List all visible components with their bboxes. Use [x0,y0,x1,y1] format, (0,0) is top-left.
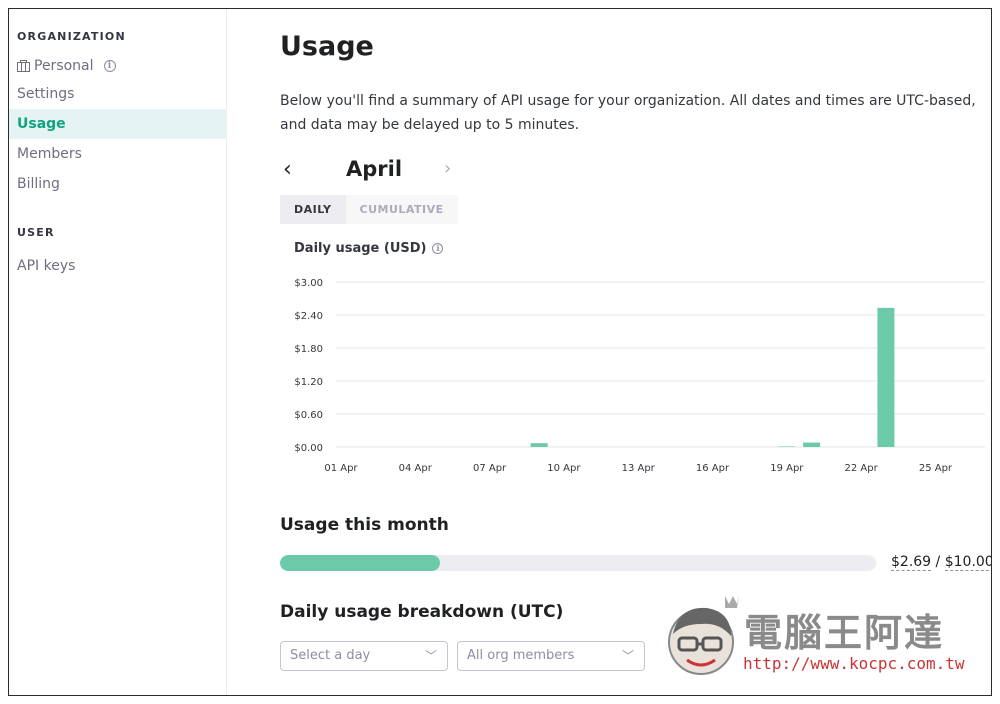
chevron-right-icon[interactable]: › [444,158,451,179]
info-icon[interactable]: i [432,243,444,254]
x-tick-label: 13 Apr [622,463,656,474]
chevron-left-icon[interactable]: ‹ [283,157,292,182]
tab-daily[interactable]: DAILY [280,195,346,224]
usage-this-month-title: Usage this month [280,515,449,535]
day-select[interactable]: Select a day ﹀ [280,641,448,671]
chart-header: Daily usage (USD) i [294,241,444,256]
y-tick-label: $1.80 [294,344,323,355]
chart-bar [530,443,548,447]
x-tick-label: 25 Apr [919,463,953,474]
y-tick-label: $1.20 [294,377,323,388]
members-select-value: All org members [467,648,575,663]
chart-bar [803,442,821,447]
usage-amount: $2.69 / $10.00 [891,554,992,571]
members-select[interactable]: All org members ﹀ [457,641,645,671]
usage-separator: / [931,554,945,570]
y-tick-label: $0.60 [294,410,323,421]
usage-current: $2.69 [891,554,932,571]
breakdown-title: Daily usage breakdown (UTC) [280,602,564,622]
x-tick-label: 16 Apr [696,463,730,474]
watermark: 電腦王阿達 http://www.kocpc.com.tw [659,594,969,684]
usage-progress-fill [280,555,441,571]
building-icon [17,60,30,72]
usage-limit: $10.00 [944,554,992,571]
sidebar-item-api-keys[interactable]: API keys [9,251,227,281]
y-tick-label: $0.00 [294,443,323,454]
chevron-down-icon: ﹀ [424,649,437,663]
chart-title: Daily usage (USD) [294,241,427,256]
x-tick-label: 04 Apr [399,463,433,474]
sidebar: ORGANIZATION Personal i Settings Usage M… [9,9,227,695]
x-tick-label: 01 Apr [324,463,358,474]
month-navigator: ‹ April › [280,155,470,185]
sidebar-item-billing[interactable]: Billing [9,169,227,199]
user-section-title: USER [17,226,55,239]
sidebar-item-settings[interactable]: Settings [9,79,227,109]
app-window: ORGANIZATION Personal i Settings Usage M… [8,8,992,696]
sidebar-item-usage[interactable]: Usage [9,109,227,139]
month-label: April [346,157,403,181]
page-description: Below you'll find a summary of API usage… [280,93,976,133]
usage-progress-bar [280,555,876,571]
day-select-placeholder: Select a day [290,648,371,663]
y-tick-label: $2.40 [294,311,323,322]
main-content: Usage Below you'll find a summary of API… [280,9,992,695]
x-tick-label: 22 Apr [845,463,879,474]
sidebar-item-members[interactable]: Members [9,139,227,169]
page-title: Usage [280,31,374,62]
chart-bar [778,446,796,447]
tab-cumulative[interactable]: CUMULATIVE [346,195,458,224]
organization-section-title: ORGANIZATION [17,30,126,43]
org-switcher[interactable]: Personal i [17,56,116,76]
info-icon[interactable]: i [103,60,116,72]
watermark-url: http://www.kocpc.com.tw [743,654,965,673]
view-tabs: DAILY CUMULATIVE [280,195,458,224]
chevron-down-icon: ﹀ [621,649,634,663]
org-name: Personal [34,58,94,74]
x-tick-label: 19 Apr [770,463,804,474]
mascot-logo [668,596,739,675]
x-tick-label: 10 Apr [547,463,581,474]
y-tick-label: $3.00 [294,278,323,289]
daily-usage-chart: $3.00 $2.40 $1.80 $1.20 $0.60 $0.0001 Apr 04 A… [294,278,985,474]
chart-bar [877,307,895,447]
x-tick-label: 07 Apr [473,463,507,474]
watermark-text: 電腦王阿達 [744,611,945,655]
